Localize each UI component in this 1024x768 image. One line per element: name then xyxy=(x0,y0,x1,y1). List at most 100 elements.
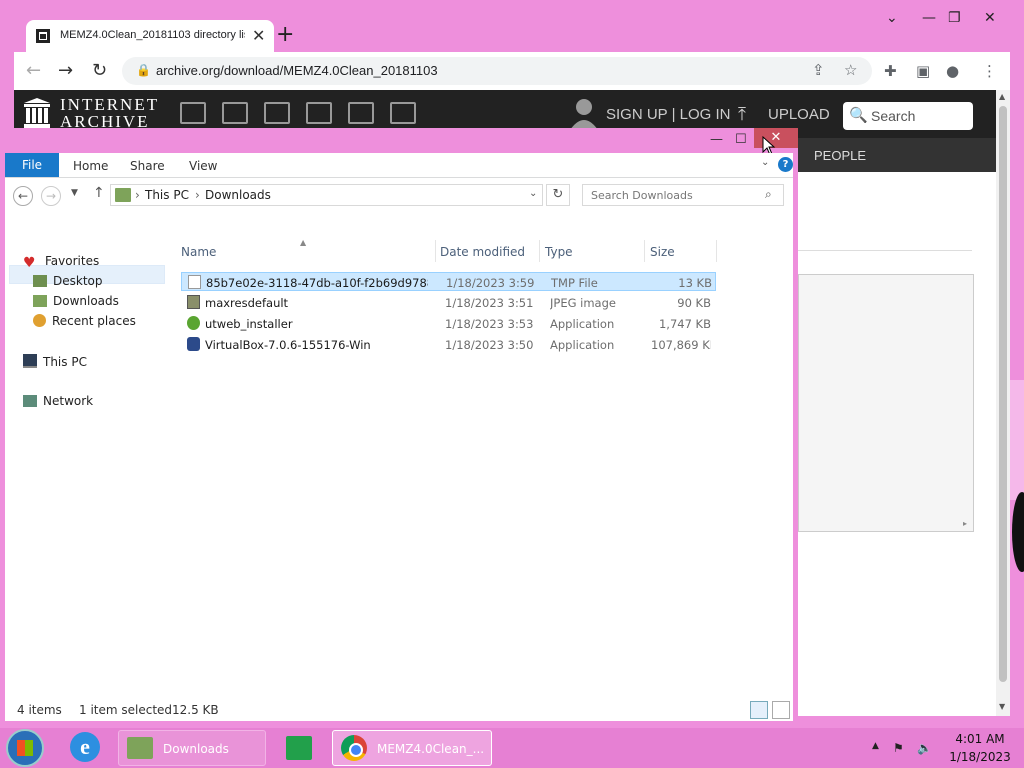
tab-file[interactable]: File xyxy=(5,153,59,177)
tab-share[interactable]: Share xyxy=(130,159,165,173)
large-icons-view-button[interactable] xyxy=(772,701,790,719)
web-icon[interactable] xyxy=(180,102,206,124)
bookmark-star-icon[interactable]: ☆ xyxy=(844,61,857,79)
side-panel-icon[interactable]: ▣ xyxy=(916,62,930,80)
page-scrollbar[interactable]: ▲ ▼ xyxy=(996,90,1010,716)
explorer-minimize-button[interactable]: — xyxy=(710,132,723,147)
audio-icon[interactable] xyxy=(306,102,332,124)
action-center-flag-icon[interactable]: ⚑ xyxy=(893,741,904,755)
details-view-button[interactable] xyxy=(750,701,768,719)
search-downloads-input[interactable]: Search Downloads ⌕ xyxy=(582,184,784,206)
breadcrumb-downloads[interactable]: Downloads xyxy=(205,188,271,202)
store-icon[interactable] xyxy=(280,730,320,766)
scroll-up-icon[interactable]: ▲ xyxy=(999,92,1005,101)
profile-icon[interactable]: ● xyxy=(946,62,959,80)
column-separator[interactable] xyxy=(716,240,717,262)
taskbar-chrome[interactable]: MEMZ4.0Clean_... xyxy=(332,730,492,766)
signup-login-link[interactable]: SIGN UP | LOG IN xyxy=(606,106,730,123)
upload-icon[interactable]: ⤒ xyxy=(738,104,746,125)
nav-recent-places[interactable]: Recent places xyxy=(33,314,136,332)
column-name[interactable]: Name xyxy=(181,245,216,259)
archive-logo-icon[interactable] xyxy=(24,98,50,128)
show-hidden-icons[interactable]: ▲ xyxy=(872,741,879,751)
clock-time[interactable]: 4:01 AM xyxy=(955,732,1005,746)
nav-favorites[interactable]: ♥ Favorites xyxy=(23,254,99,272)
divider xyxy=(798,250,972,251)
nav-downloads[interactable]: Downloads xyxy=(33,294,119,312)
nav-network[interactable]: Network xyxy=(23,394,93,412)
search-icon: ⌕ xyxy=(765,187,772,201)
minimize-button[interactable]: — xyxy=(922,10,936,26)
address-dropdown-icon[interactable]: ⌄ xyxy=(529,188,537,199)
scroll-right-icon[interactable]: ▸ xyxy=(963,519,967,528)
recent-places-icon xyxy=(33,314,46,327)
file-date: 1/18/2023 3:53 ... xyxy=(445,317,535,331)
address-bar[interactable]: 🔒 archive.org/download/MEMZ4.0Clean_2018… xyxy=(122,57,872,85)
video-icon[interactable] xyxy=(264,102,290,124)
tab-view[interactable]: View xyxy=(189,159,217,173)
explorer-close-button[interactable]: ✕ xyxy=(754,128,798,148)
explorer-body: File Home Share View ⌄ ? ← → ▼ ↑ › This … xyxy=(5,153,793,721)
virtualbox-icon xyxy=(187,337,200,351)
column-date-modified[interactable]: Date modified xyxy=(440,245,525,259)
file-row[interactable]: maxresdefault 1/18/2023 3:51 ... JPEG im… xyxy=(181,293,716,312)
column-size[interactable]: Size xyxy=(650,245,675,259)
back-button[interactable]: ← xyxy=(13,186,33,206)
clock-date[interactable]: 1/18/2023 xyxy=(947,750,1013,764)
maximize-button[interactable]: ❐ xyxy=(948,10,961,26)
user-icon[interactable] xyxy=(570,98,598,130)
help-button[interactable]: ? xyxy=(778,157,793,172)
menu-icon[interactable]: ⋮ xyxy=(982,62,997,80)
column-separator[interactable] xyxy=(644,240,645,262)
file-row[interactable]: utweb_installer 1/18/2023 3:53 ... Appli… xyxy=(181,314,716,333)
new-tab-button[interactable]: + xyxy=(276,22,294,47)
scrollbar-thumb[interactable] xyxy=(999,106,1007,682)
scroll-down-icon[interactable]: ▼ xyxy=(999,702,1005,711)
file-type: TMP File xyxy=(551,276,598,290)
file-name: 85b7e02e-3118-47db-a10f-f2b69d9788df.... xyxy=(206,276,428,290)
forward-button[interactable]: → xyxy=(58,60,73,81)
tab-home[interactable]: Home xyxy=(73,159,108,173)
internet-explorer-icon[interactable]: e xyxy=(70,732,100,762)
explorer-maximize-button[interactable]: ☐ xyxy=(735,132,747,147)
selection-count: 1 item selected xyxy=(79,703,173,717)
breadcrumb-this-pc[interactable]: This PC xyxy=(145,188,189,202)
people-link[interactable]: PEOPLE xyxy=(814,148,866,163)
search-icon: 🔍 xyxy=(849,106,868,124)
archive-logo-text[interactable]: INTERNET ARCHIVE xyxy=(60,96,159,130)
file-row[interactable]: VirtualBox-7.0.6-155176-Win 1/18/2023 3:… xyxy=(181,335,716,354)
taskbar-downloads[interactable]: Downloads xyxy=(118,730,266,766)
archive-search-box[interactable]: 🔍 Search xyxy=(843,102,973,130)
browser-tab[interactable]: MEMZ4.0Clean_20181103 directory listing … xyxy=(26,20,274,52)
browser-toolbar: ← → ↻ 🔒 archive.org/download/MEMZ4.0Clea… xyxy=(14,52,1010,90)
refresh-button[interactable]: ↻ xyxy=(546,184,570,206)
texts-icon[interactable] xyxy=(222,102,248,124)
address-bar[interactable]: › This PC › Downloads ⌄ xyxy=(110,184,543,206)
lock-icon: 🔒 xyxy=(136,63,151,77)
tab-search-chevron-icon[interactable]: ⌄ xyxy=(886,10,898,26)
images-icon[interactable] xyxy=(390,102,416,124)
recent-locations-icon[interactable]: ▼ xyxy=(71,188,78,198)
start-button[interactable] xyxy=(6,729,44,767)
nav-label: Recent places xyxy=(52,314,136,328)
ribbon-expand-icon[interactable]: ⌄ xyxy=(761,157,769,168)
nav-this-pc[interactable]: This PC xyxy=(23,354,87,372)
volume-icon[interactable]: 🔈 xyxy=(917,741,932,755)
upload-link[interactable]: UPLOAD xyxy=(768,106,830,123)
extensions-icon[interactable]: ✚ xyxy=(884,62,897,80)
forward-button[interactable]: → xyxy=(41,186,61,206)
file-row[interactable]: 85b7e02e-3118-47db-a10f-f2b69d9788df....… xyxy=(181,272,716,291)
share-icon[interactable]: ⇪ xyxy=(812,61,825,79)
column-separator[interactable] xyxy=(435,240,436,262)
up-icon[interactable]: ↑ xyxy=(93,185,105,201)
close-button[interactable]: ✕ xyxy=(984,10,996,26)
column-type[interactable]: Type xyxy=(545,245,573,259)
reload-button[interactable]: ↻ xyxy=(92,60,107,81)
url-text[interactable]: archive.org/download/MEMZ4.0Clean_201811… xyxy=(156,63,438,78)
nav-desktop[interactable]: Desktop xyxy=(33,274,103,292)
tab-close-icon[interactable]: ✕ xyxy=(252,26,265,45)
back-button[interactable]: ← xyxy=(26,60,41,81)
item-count: 4 items xyxy=(17,703,62,717)
column-separator[interactable] xyxy=(539,240,540,262)
software-icon[interactable] xyxy=(348,102,374,124)
